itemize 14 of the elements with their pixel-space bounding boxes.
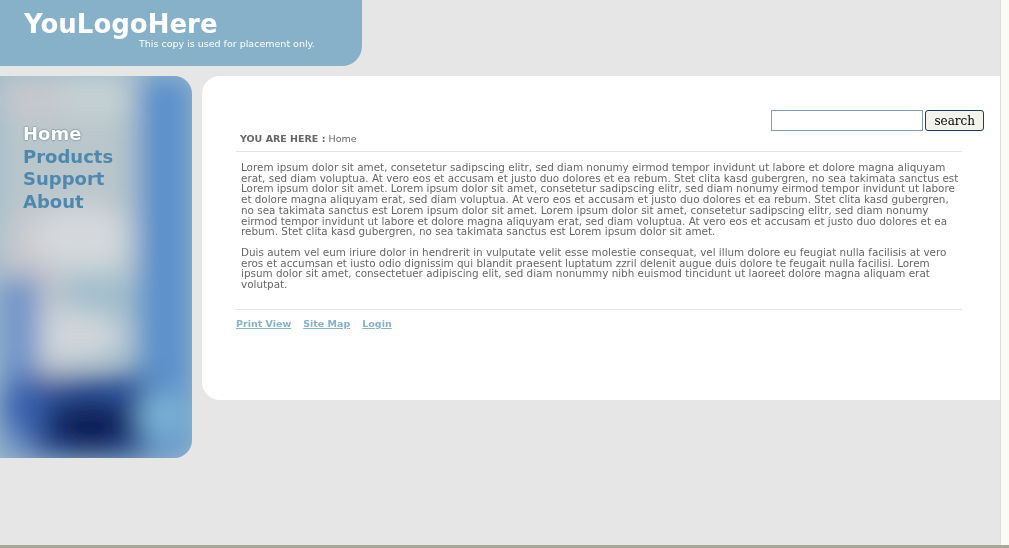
search-button[interactable]: search [925,110,984,131]
breadcrumb: YOU ARE HERE : Home [240,133,358,144]
nav-link[interactable]: Products [23,145,114,168]
nav-link[interactable]: Support [23,168,105,191]
footer-link[interactable]: Print View [236,317,292,329]
body-paragraph: Lorem ipsum dolor sit amet, consetetur sadipscing elitr, sed diam nonumy eirmod tempor invidunt ut labore et dolore magna aliquyam erat, sed diam voluptua. At vero eos et accusam et justo duo dolores et ea rebum. Stet clita kasd gubergren, no sea takimata sanctus est Lorem ipsum dolor sit amet. Lorem ipsum dolor sit amet, consetetur sadipscing elitr, sed diam nonumy eirmod tempor invidunt ut labore et dolore magna aliquyam erat, sed diam voluptua. At vero eos et accusam et justo duo dolores et ea rebum. Stet clita kasd gubergren, no sea takimata sanctus est Lorem ipsum dolor sit amet. Lorem ipsum dolor sit amet, consetetur sadipscing elitr, sed diam nonumy eirmod tempor invidunt ut labore et dolore magna aliquyam erat, sed diam voluptua. At vero eos et accusam et justo duo dolores et ea rebum. Stet clita kasd gubergren, no sea takimata sanctus est Lorem ipsum dolor sit amet. [241,162,960,237]
nav-link[interactable]: Home [23,123,82,146]
search-field[interactable] [771,110,924,131]
nav-link[interactable]: About [23,190,84,213]
logo[interactable]: YouLogoHere [24,9,218,39]
footer-link[interactable]: Site Map [303,317,351,329]
body-paragraph: Duis autem vel eum iriure dolor in hendrerit in vulputate velit esse molestie consequat, vel illum dolore eu feugiat nulla facilisis at vero eros et accumsan et iusto odio dignissim qui blandit praesent luptatum zzril delenit augue duis dolore te feugait nulla facilisi. Lorem ipsum dolor sit amet, consectetuer adipiscing elit, sed diam nonummy nibh euismod tincidunt ut laoreet dolore magna aliquam erat volutpat. [241,246,948,290]
tagline: This copy is used for placement only. [139,38,315,49]
footer-link[interactable]: Login [362,317,392,329]
